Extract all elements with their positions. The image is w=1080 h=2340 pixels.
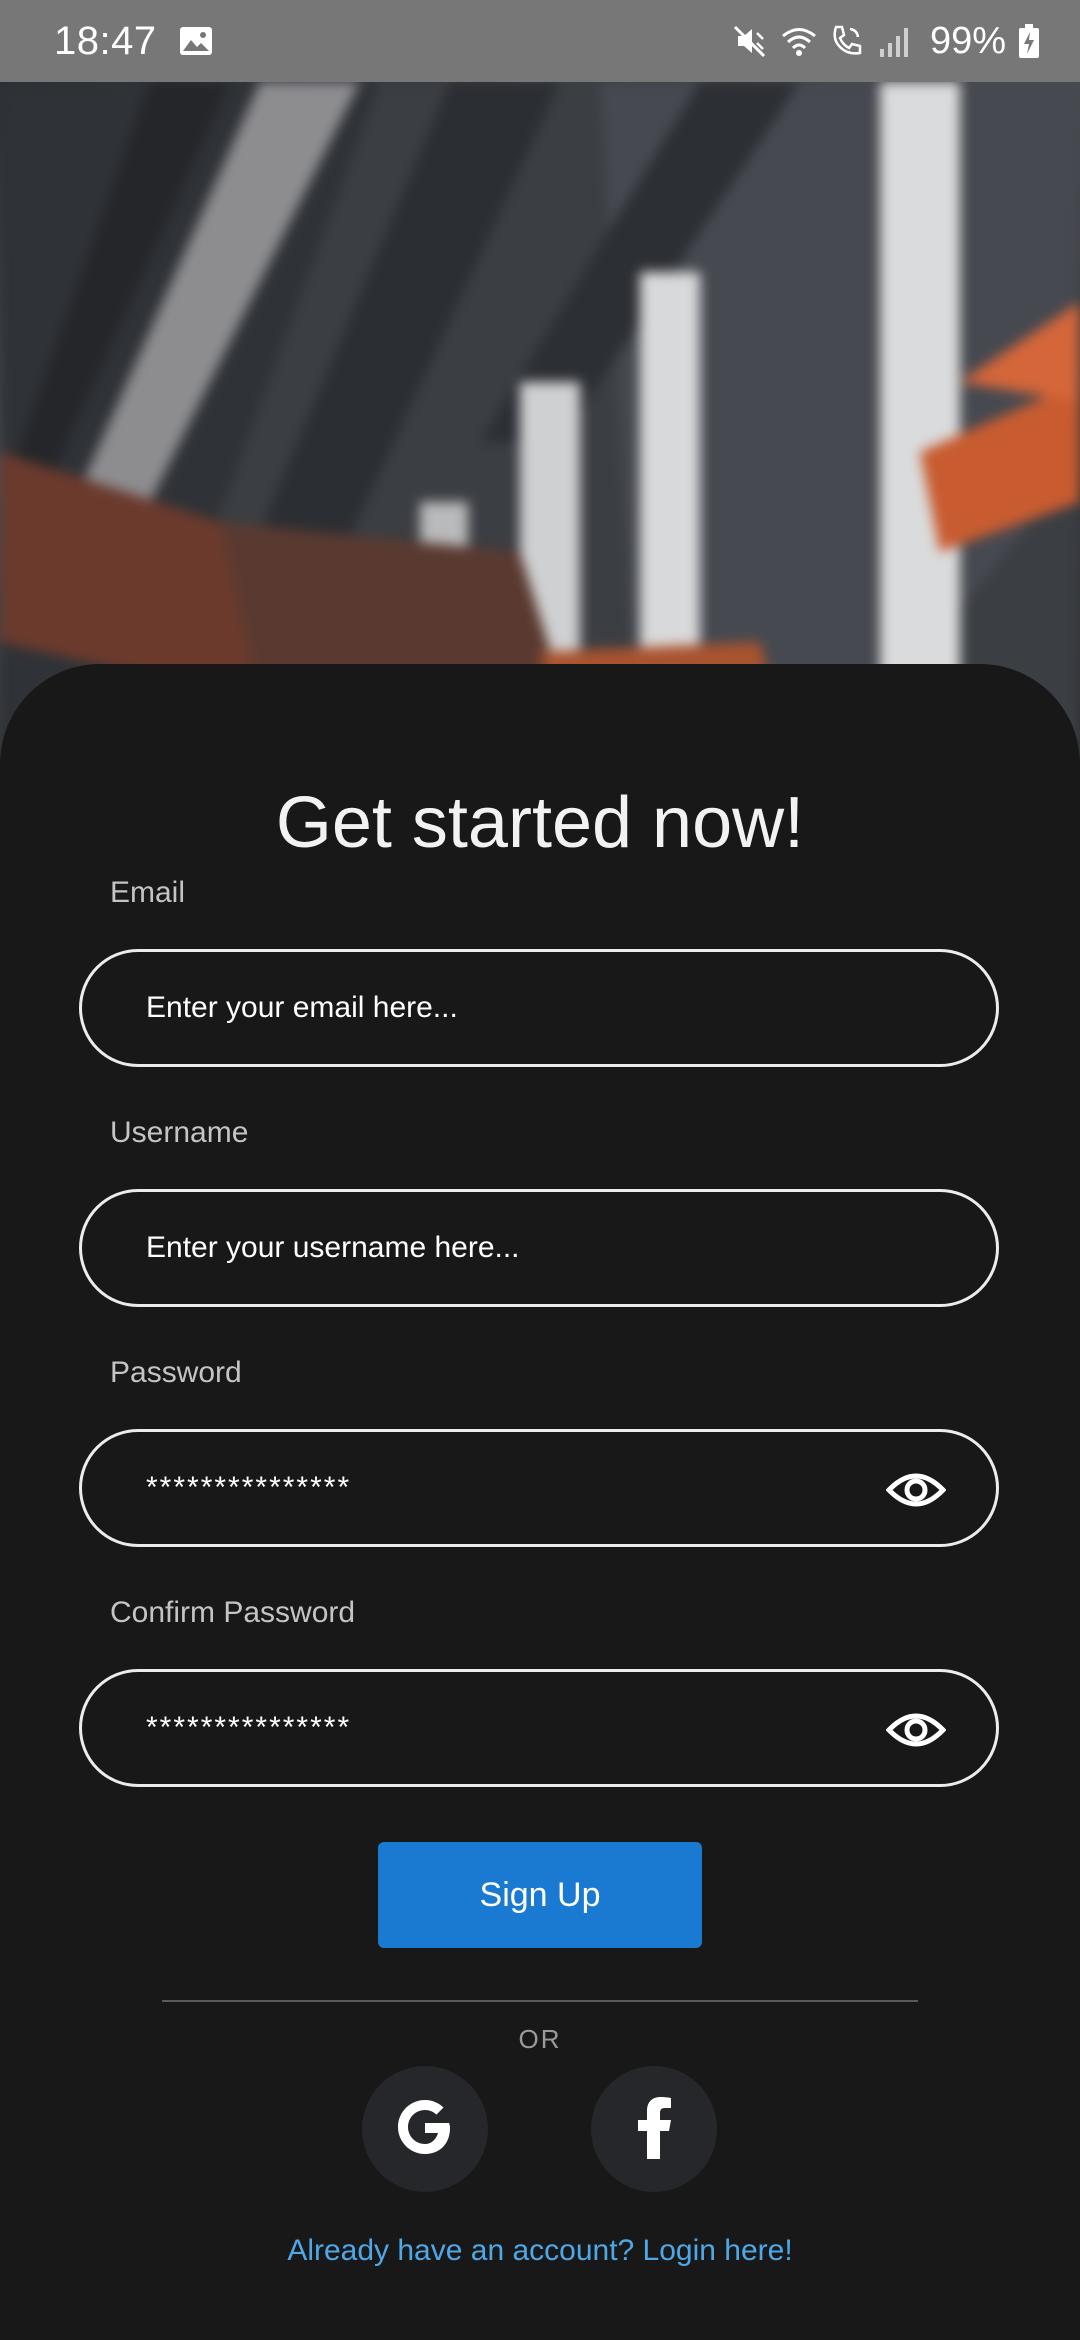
username-label: Username [110, 1116, 249, 1149]
facebook-icon [634, 2095, 674, 2164]
confirm-password-value: *************** [146, 1711, 352, 1744]
status-icons: 99% [732, 20, 1040, 63]
gallery-icon [179, 26, 213, 56]
status-bar: 18:47 99% [0, 0, 1080, 82]
signal-icon [876, 23, 912, 59]
or-separator: OR [518, 2024, 562, 2054]
google-sign-in-button[interactable] [362, 2066, 488, 2192]
username-field[interactable] [146, 1231, 906, 1265]
eye-icon[interactable] [886, 1462, 946, 1518]
username-field-container [79, 1189, 999, 1307]
page-title: Get started now! [275, 783, 805, 863]
mute-icon [732, 23, 768, 59]
wifi-icon [780, 23, 816, 59]
status-time: 18:47 [54, 18, 157, 63]
wifi-calling-icon [828, 23, 864, 59]
password-label: Password [110, 1356, 242, 1389]
google-icon [393, 2095, 457, 2164]
password-value: *************** [146, 1471, 352, 1504]
divider [162, 2000, 918, 2002]
sign-up-button[interactable]: Sign Up [378, 1842, 702, 1948]
email-label: Email [110, 876, 186, 909]
confirm-password-label: Confirm Password [110, 1596, 356, 1629]
battery-charging-icon [1018, 23, 1040, 59]
facebook-sign-in-button[interactable] [591, 2066, 717, 2192]
signup-screen: 18:47 99% Get started now! Email Enter y… [0, 0, 1080, 2340]
password-field[interactable]: *************** [79, 1429, 999, 1547]
email-field-container [79, 949, 999, 1067]
eye-icon[interactable] [886, 1702, 946, 1758]
confirm-password-field[interactable]: *************** [79, 1669, 999, 1787]
email-field[interactable] [146, 991, 906, 1025]
login-link[interactable]: Already have an account? Login here! [0, 2234, 1080, 2268]
battery-percentage: 99% [929, 19, 1006, 62]
